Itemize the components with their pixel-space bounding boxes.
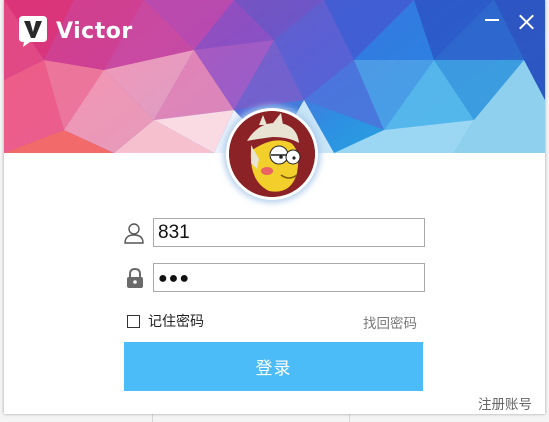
lock-icon bbox=[124, 267, 146, 289]
register-link[interactable]: 注册账号 bbox=[478, 393, 532, 413]
remember-label: 记住密码 bbox=[148, 314, 204, 330]
app-name: Victor bbox=[56, 18, 133, 44]
minimize-icon bbox=[485, 19, 499, 21]
remember-password-toggle[interactable]: 记住密码 bbox=[127, 311, 204, 331]
brand: Victor bbox=[16, 14, 133, 48]
close-button[interactable] bbox=[516, 12, 536, 32]
username-input[interactable]: 831 bbox=[153, 218, 425, 247]
avatar-frame bbox=[226, 108, 318, 200]
victor-logo-icon bbox=[16, 14, 50, 48]
remember-checkbox[interactable] bbox=[127, 314, 140, 328]
username-value: 831 bbox=[158, 222, 190, 243]
minimize-button[interactable] bbox=[482, 12, 502, 32]
user-icon bbox=[123, 222, 145, 244]
password-input[interactable]: ●●● bbox=[153, 263, 425, 292]
avatar[interactable] bbox=[229, 111, 315, 197]
find-password-link[interactable]: 找回密码 bbox=[363, 312, 417, 332]
password-mask: ●●● bbox=[158, 270, 190, 287]
login-button[interactable]: 登录 bbox=[124, 342, 423, 391]
login-window: Victor 831 ●●● 记住密码 找回密码 登录 注册账号 bbox=[4, 0, 545, 414]
